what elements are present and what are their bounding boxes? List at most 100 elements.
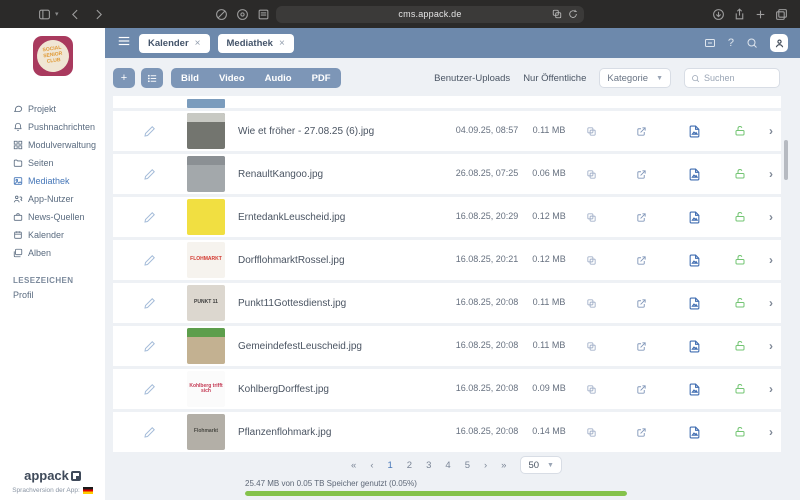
row-detail-button[interactable]: ›: [761, 296, 781, 310]
sidebar-item-modulverwaltung[interactable]: Modulverwaltung: [0, 136, 105, 154]
page-number[interactable]: 5: [465, 460, 470, 471]
edit-pencil-icon[interactable]: [144, 168, 156, 180]
table-row[interactable]: Wie et fröher - 27.08.25 (6).jpg 04.09.2…: [113, 111, 781, 151]
copy-link-button[interactable]: [569, 298, 613, 309]
page-number[interactable]: 2: [407, 460, 412, 471]
table-row[interactable]: GemeindefestLeuscheid.jpg 16.08.25, 20:0…: [113, 326, 781, 366]
category-select[interactable]: Kategorie ▼: [599, 68, 671, 88]
user-uploads-toggle[interactable]: Benutzer-Uploads: [434, 73, 510, 84]
open-external-button[interactable]: [613, 212, 669, 223]
open-external-button[interactable]: [613, 298, 669, 309]
tab-close-icon[interactable]: ×: [195, 38, 201, 49]
row-detail-button[interactable]: ›: [761, 253, 781, 267]
open-external-button[interactable]: [613, 427, 669, 438]
search-icon[interactable]: [746, 37, 758, 49]
menu-icon[interactable]: [117, 34, 131, 53]
new-tab-icon[interactable]: [754, 8, 767, 21]
share-icon[interactable]: [733, 8, 746, 21]
visibility-toggle[interactable]: [719, 426, 761, 438]
reload-icon[interactable]: [568, 9, 578, 19]
open-external-button[interactable]: [613, 384, 669, 395]
thumbnail[interactable]: Kohlberg trifft sich: [187, 371, 225, 407]
sidebar-item-projekt[interactable]: Projekt: [0, 100, 105, 118]
table-row[interactable]: ErntedankLeuscheid.jpg 16.08.25, 20:29 0…: [113, 197, 781, 237]
row-detail-button[interactable]: ›: [761, 425, 781, 439]
file-type-indicator[interactable]: [669, 426, 719, 439]
next-page-button[interactable]: ›: [484, 460, 487, 471]
copy-link-button[interactable]: [569, 126, 613, 137]
open-external-button[interactable]: [613, 255, 669, 266]
translate-icon[interactable]: [552, 9, 562, 19]
edit-pencil-icon[interactable]: [144, 340, 156, 352]
address-bar[interactable]: cms.appack.de: [276, 6, 584, 23]
page-number[interactable]: 4: [445, 460, 450, 471]
thumbnail[interactable]: [187, 113, 225, 149]
edit-pencil-icon[interactable]: [144, 426, 156, 438]
copy-link-button[interactable]: [569, 384, 613, 395]
file-type-indicator[interactable]: [669, 254, 719, 267]
edit-pencil-icon[interactable]: [144, 254, 156, 266]
tab-mediathek[interactable]: Mediathek ×: [218, 34, 294, 53]
visibility-toggle[interactable]: [719, 168, 761, 180]
privacy-icon[interactable]: [236, 8, 249, 21]
filter-video[interactable]: Video: [209, 73, 255, 84]
first-page-button[interactable]: «: [351, 460, 356, 471]
open-external-button[interactable]: [613, 126, 669, 137]
file-type-indicator[interactable]: [669, 168, 719, 181]
table-row[interactable]: PUNKT 11 Punkt11Gottesdienst.jpg 16.08.2…: [113, 283, 781, 323]
forward-icon[interactable]: [92, 8, 105, 21]
sidebar-item-kalender[interactable]: Kalender: [0, 226, 105, 244]
file-type-indicator[interactable]: [669, 383, 719, 396]
tab-close-icon[interactable]: ×: [279, 38, 285, 49]
edit-pencil-icon[interactable]: [144, 125, 156, 137]
page-number[interactable]: 1: [388, 460, 393, 471]
thumbnail[interactable]: [187, 199, 225, 235]
visibility-toggle[interactable]: [719, 125, 761, 137]
user-avatar-button[interactable]: [770, 34, 788, 52]
sidebar-item-pushnachrichten[interactable]: Pushnachrichten: [0, 118, 105, 136]
page-number[interactable]: 3: [426, 460, 431, 471]
visibility-toggle[interactable]: [719, 254, 761, 266]
edit-pencil-icon[interactable]: [144, 297, 156, 309]
filter-audio[interactable]: Audio: [255, 73, 302, 84]
help-icon[interactable]: ?: [728, 37, 734, 49]
row-detail-button[interactable]: ›: [761, 210, 781, 224]
visibility-toggle[interactable]: [719, 211, 761, 223]
copy-link-button[interactable]: [569, 255, 613, 266]
thumbnail[interactable]: [187, 156, 225, 192]
sidebar-item-alben[interactable]: Alben: [0, 244, 105, 262]
table-row[interactable]: Kohlberg trifft sich KohlbergDorffest.jp…: [113, 369, 781, 409]
filter-pdf[interactable]: PDF: [302, 73, 341, 84]
row-detail-button[interactable]: ›: [761, 339, 781, 353]
sidebar-item-app-nutzer[interactable]: App-Nutzer: [0, 190, 105, 208]
shield-slash-icon[interactable]: [215, 8, 228, 21]
visibility-toggle[interactable]: [719, 297, 761, 309]
back-icon[interactable]: [69, 8, 82, 21]
file-type-indicator[interactable]: [669, 340, 719, 353]
sidebar-item-news-quellen[interactable]: News-Quellen: [0, 208, 105, 226]
copy-link-button[interactable]: [569, 169, 613, 180]
open-external-button[interactable]: [613, 341, 669, 352]
prev-page-button[interactable]: ‹: [370, 460, 373, 471]
thumbnail[interactable]: PUNKT 11: [187, 285, 225, 321]
copy-link-button[interactable]: [569, 341, 613, 352]
file-type-indicator[interactable]: [669, 125, 719, 138]
sidebar-item-profil[interactable]: Profil: [0, 287, 105, 303]
page-size-select[interactable]: 50 ▼: [520, 456, 562, 474]
edit-pencil-icon[interactable]: [144, 383, 156, 395]
downloads-icon[interactable]: [712, 8, 725, 21]
row-detail-button[interactable]: ›: [761, 382, 781, 396]
filter-bild[interactable]: Bild: [171, 73, 209, 84]
table-row[interactable]: RenaultKangoo.jpg 26.08.25, 07:25 0.06 M…: [113, 154, 781, 194]
open-external-button[interactable]: [613, 169, 669, 180]
row-detail-button[interactable]: ›: [761, 124, 781, 138]
add-media-button[interactable]: +: [113, 68, 135, 88]
list-view-button[interactable]: [141, 68, 163, 88]
tab-overview-icon[interactable]: [775, 8, 788, 21]
chevron-down-icon[interactable]: ▾: [55, 10, 59, 18]
visibility-toggle[interactable]: [719, 383, 761, 395]
scrollbar-thumb[interactable]: [784, 140, 788, 180]
german-flag-icon[interactable]: [83, 487, 93, 494]
browser-sidebar-icon[interactable]: [38, 8, 51, 21]
table-row[interactable]: Flohmarkt Pflanzenflohmark.jpg 16.08.25,…: [113, 412, 781, 452]
